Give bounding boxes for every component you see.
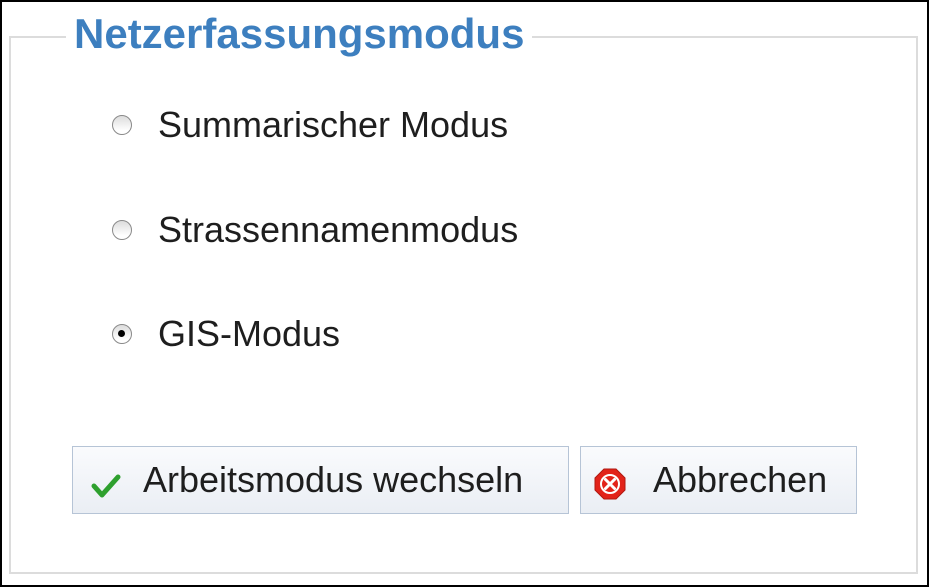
radio-label: GIS-Modus [158, 313, 341, 354]
radio-option-strassennamenmodus[interactable]: Strassennamenmodus [112, 206, 518, 254]
checkmark-icon [91, 474, 121, 498]
radio-option-gis-modus[interactable]: GIS-Modus [112, 310, 340, 358]
radio-button[interactable] [112, 220, 132, 240]
cancel-button[interactable]: Abbrechen [580, 446, 857, 514]
switch-mode-button[interactable]: Arbeitsmodus wechseln [72, 446, 569, 514]
radio-option-summarischer-modus[interactable]: Summarischer Modus [112, 101, 508, 149]
radio-button[interactable] [112, 324, 132, 344]
switch-mode-label: Arbeitsmodus wechseln [143, 459, 524, 500]
cancel-icon [594, 468, 626, 500]
cancel-label: Abbrechen [653, 459, 828, 500]
radio-label: Summarischer Modus [158, 104, 509, 145]
radio-label: Strassennamenmodus [158, 209, 519, 250]
radio-button[interactable] [112, 115, 132, 135]
fieldset-legend: Netzerfassungsmodus [66, 8, 533, 60]
